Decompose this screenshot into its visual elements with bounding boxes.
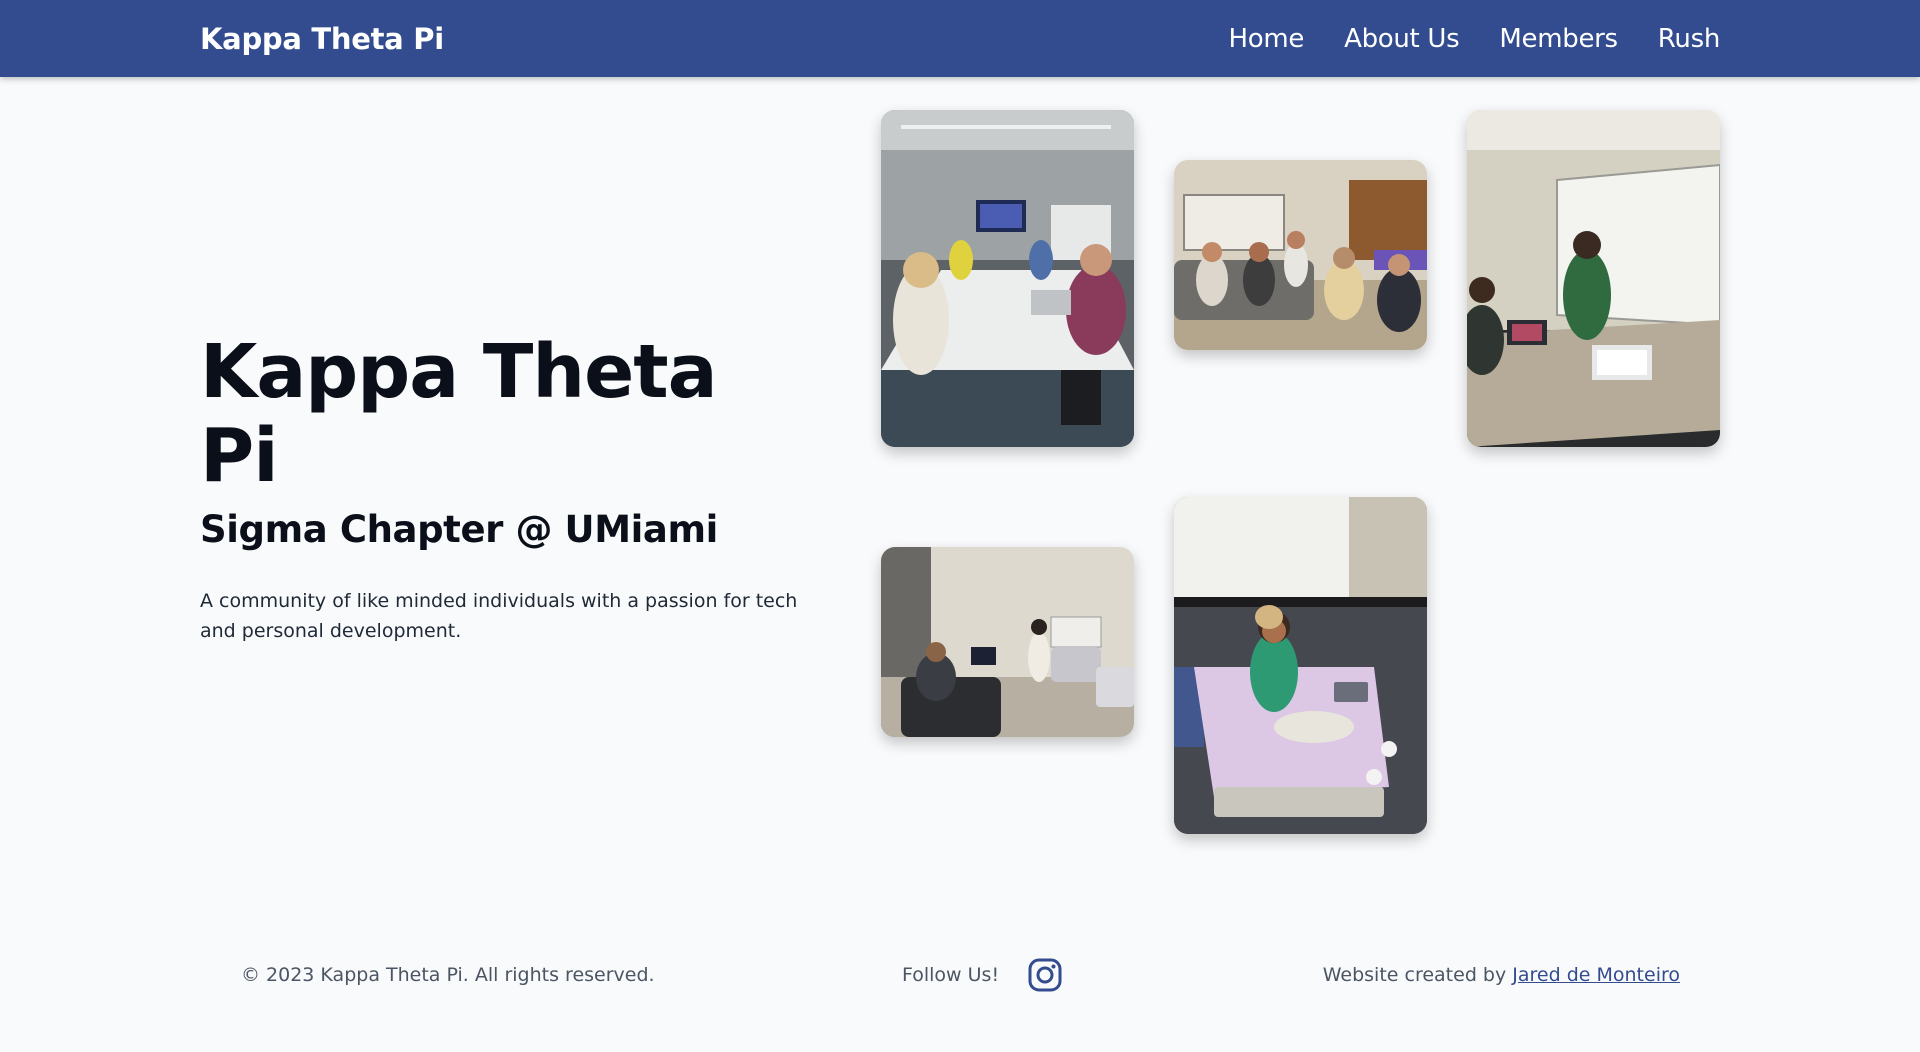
hero-description: A community of like minded individuals w… [200,590,798,642]
gallery-photo-meeting [881,110,1134,447]
footer-credit-prefix: Website created by [1322,964,1507,986]
nav-link-members[interactable]: Members [1499,24,1618,54]
nav-link-home[interactable]: Home [1228,24,1304,54]
footer-follow: Follow Us! [902,955,1063,995]
instagram-icon[interactable] [1027,957,1063,993]
hero-section: Kappa Theta Pi Sigma Chapter @ UMiami A … [200,330,810,646]
author-link[interactable]: Jared de Monteiro [1512,964,1680,986]
gallery-photo-dorm-bed [1174,497,1427,834]
gallery-photo-living-room [881,547,1134,737]
footer-copyright: © 2023 Kappa Theta Pi. All rights reserv… [241,964,655,986]
gallery-photo-whiteboard [1467,110,1720,447]
hero-title: Kappa Theta Pi [200,329,718,499]
site-footer: © 2023 Kappa Theta Pi. All rights reserv… [0,955,1920,995]
brand-link[interactable]: Kappa Theta Pi [200,0,444,77]
footer-follow-label: Follow Us! [902,964,1000,986]
nav-link-rush[interactable]: Rush [1658,24,1721,54]
hero-subtitle: Sigma Chapter @ UMiami [200,508,718,551]
top-navbar: Kappa Theta Pi Home About Us Members Rus… [0,0,1920,77]
nav-link-about-us[interactable]: About Us [1344,24,1460,54]
nav-links: Home About Us Members Rush [1228,0,1720,77]
gallery-photo-lounge-group [1174,160,1427,350]
footer-credit: Website created by Jared de Monteiro [1323,955,1680,995]
